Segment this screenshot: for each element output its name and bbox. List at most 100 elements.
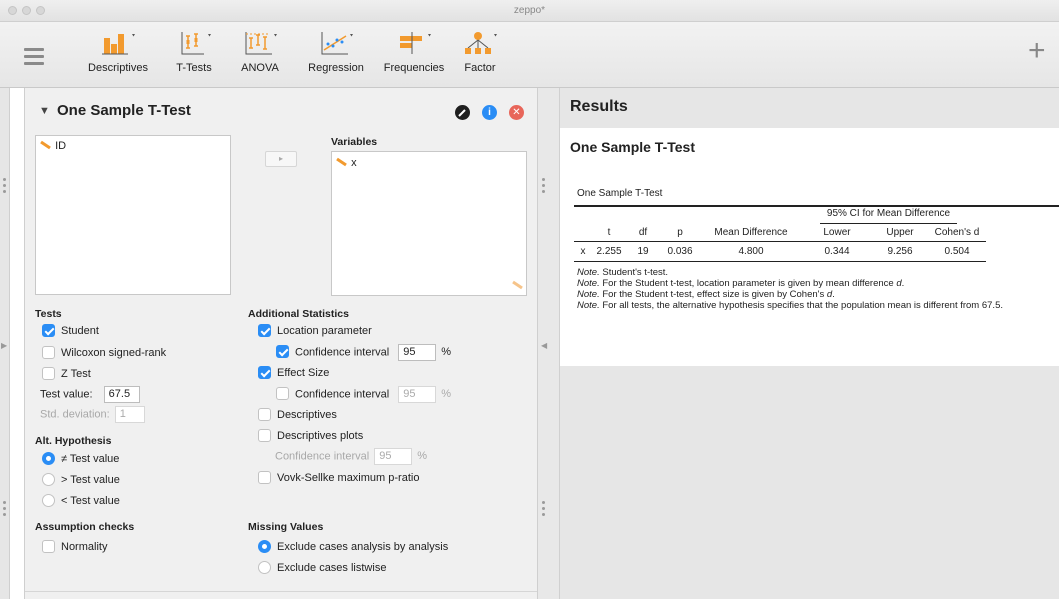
option-label: Confidence interval xyxy=(295,346,390,359)
toolbar-anova-button[interactable]: ANOVA xyxy=(232,30,288,82)
table-cell: 4.800 xyxy=(738,245,764,257)
panel-splitter[interactable]: ◀ xyxy=(538,88,560,599)
results-pane: Results One Sample T-Test One Sample T-T… xyxy=(560,88,1059,599)
radio-button[interactable] xyxy=(258,561,271,574)
drag-handle-icon[interactable] xyxy=(542,178,546,196)
percent-label: % xyxy=(441,388,452,401)
checkbox[interactable] xyxy=(258,408,271,421)
drag-handle-icon[interactable] xyxy=(542,501,546,519)
toolbar-label: ANOVA xyxy=(241,62,279,74)
option-label: Vovk-Sellke maximum p-ratio xyxy=(277,472,420,484)
checkbox[interactable] xyxy=(258,366,271,379)
wilcoxon-option[interactable]: Wilcoxon signed-rank xyxy=(42,345,166,361)
drag-handle-icon[interactable] xyxy=(3,501,7,519)
results-table: t df p Mean Difference Lower Upper Cohen… xyxy=(574,225,986,262)
descriptives-plots-ci-row: Confidence interval 95 % xyxy=(275,448,427,465)
location-ci-input[interactable]: 95 xyxy=(398,344,437,361)
toolbar-descriptives-button[interactable]: Descriptives xyxy=(80,30,156,82)
toolbar-factor-button[interactable]: Factor xyxy=(456,30,504,82)
collapse-arrow-icon[interactable]: ▼ xyxy=(39,105,50,117)
student-option[interactable]: Student xyxy=(42,323,99,339)
expand-arrow-icon[interactable]: ▶ xyxy=(1,341,7,350)
checkbox[interactable] xyxy=(42,324,55,337)
table-top-rule xyxy=(574,205,1059,207)
table-title: One Sample T-Test xyxy=(577,188,663,199)
column-header: p xyxy=(677,227,683,239)
column-header: t xyxy=(607,227,611,239)
missing-values-heading: Missing Values xyxy=(248,521,324,533)
assumption-checks-heading: Assumption checks xyxy=(35,521,135,533)
info-icon[interactable]: i xyxy=(482,105,497,120)
close-analysis-icon[interactable]: ✕ xyxy=(509,105,524,120)
scale-variable-icon xyxy=(336,157,347,167)
toolbar-t-tests-button[interactable]: T-Tests xyxy=(164,30,224,82)
radio-button[interactable] xyxy=(42,473,55,486)
descriptives-plots-ci-input[interactable]: 95 xyxy=(374,448,413,465)
vovk-sellke-option[interactable]: Vovk-Sellke maximum p-ratio xyxy=(258,470,419,486)
ztest-option[interactable]: Z Test xyxy=(42,366,91,382)
effect-size-ci-option[interactable]: Confidence interval 95 % xyxy=(276,386,452,403)
checkbox[interactable] xyxy=(258,324,271,337)
effect-size-ci-input[interactable]: 95 xyxy=(398,386,437,403)
checkbox[interactable] xyxy=(42,346,55,359)
drag-handle-icon[interactable] xyxy=(3,178,7,196)
alt-hypothesis-heading: Alt. Hypothesis xyxy=(35,435,112,447)
column-header: df xyxy=(638,227,648,239)
toolbar-frequencies-button[interactable]: Frequencies xyxy=(380,30,448,82)
checkbox[interactable] xyxy=(276,345,289,359)
variable-item[interactable]: x xyxy=(336,157,357,169)
gt-test-value-option[interactable]: > Test value xyxy=(42,472,120,488)
exclude-by-analysis-option[interactable]: Exclude cases analysis by analysis xyxy=(258,539,448,555)
table-note: Note. Student's t-test. xyxy=(577,267,669,278)
results-output: One Sample T-Test One Sample T-Test 95% … xyxy=(560,128,1059,366)
radio-button[interactable] xyxy=(258,540,271,553)
option-label: Z Test xyxy=(61,368,91,380)
normality-option[interactable]: Normality xyxy=(42,539,107,555)
hamburger-menu-icon[interactable] xyxy=(24,48,44,65)
target-variable-list[interactable]: x xyxy=(331,151,527,296)
radio-button[interactable] xyxy=(42,494,55,507)
std-deviation-input[interactable]: 1 xyxy=(114,406,145,423)
toolbar: Descriptives T-Tests ANOVA Regression Fr… xyxy=(0,22,1059,88)
variable-item[interactable]: ID xyxy=(40,140,66,152)
anova-icon xyxy=(245,32,277,55)
checkbox[interactable] xyxy=(258,429,271,442)
toolbar-regression-button[interactable]: Regression xyxy=(300,30,372,82)
additional-statistics-heading: Additional Statistics xyxy=(248,308,349,320)
std-deviation-row: Std. deviation: 1 xyxy=(40,406,145,423)
factor-icon xyxy=(465,32,497,54)
edit-title-button[interactable] xyxy=(455,105,470,120)
checkbox[interactable] xyxy=(258,471,271,484)
table-note: Note. For the Student t-test, effect siz… xyxy=(577,289,835,300)
table-cell: 19 xyxy=(637,245,649,257)
frequencies-icon xyxy=(400,32,431,54)
option-label: Location parameter xyxy=(277,325,372,337)
collapse-left-arrow-icon[interactable]: ◀ xyxy=(541,341,547,350)
column-header xyxy=(574,225,592,241)
column-header: Cohen's d xyxy=(934,227,980,239)
ci-header-rule xyxy=(820,223,957,224)
checkbox[interactable] xyxy=(42,540,55,553)
descriptives-plots-option[interactable]: Descriptives plots xyxy=(258,428,363,444)
tests-heading: Tests xyxy=(35,308,62,320)
source-variable-list[interactable]: ID xyxy=(35,135,231,295)
exclude-listwise-option[interactable]: Exclude cases listwise xyxy=(258,560,386,576)
effect-size-option[interactable]: Effect Size xyxy=(258,365,329,381)
option-label: < Test value xyxy=(61,495,120,507)
test-value-input[interactable]: 67.5 xyxy=(103,386,140,403)
radio-button[interactable] xyxy=(42,452,55,465)
table-cell: 0.344 xyxy=(824,245,850,257)
option-label: Confidence interval xyxy=(275,450,370,463)
checkbox[interactable] xyxy=(276,387,289,401)
option-label: Normality xyxy=(61,541,108,553)
results-analysis-title: One Sample T-Test xyxy=(570,139,695,155)
add-module-icon[interactable]: + xyxy=(1028,36,1046,66)
checkbox[interactable] xyxy=(42,367,55,380)
neq-test-value-option[interactable]: ≠ Test value xyxy=(42,451,119,467)
location-ci-option[interactable]: Confidence interval 95 % xyxy=(276,344,452,361)
lt-test-value-option[interactable]: < Test value xyxy=(42,493,120,509)
move-variable-button[interactable]: ▸ xyxy=(265,151,297,167)
descriptives-option[interactable]: Descriptives xyxy=(258,407,337,423)
percent-label: % xyxy=(441,346,452,359)
location-parameter-option[interactable]: Location parameter xyxy=(258,323,372,339)
